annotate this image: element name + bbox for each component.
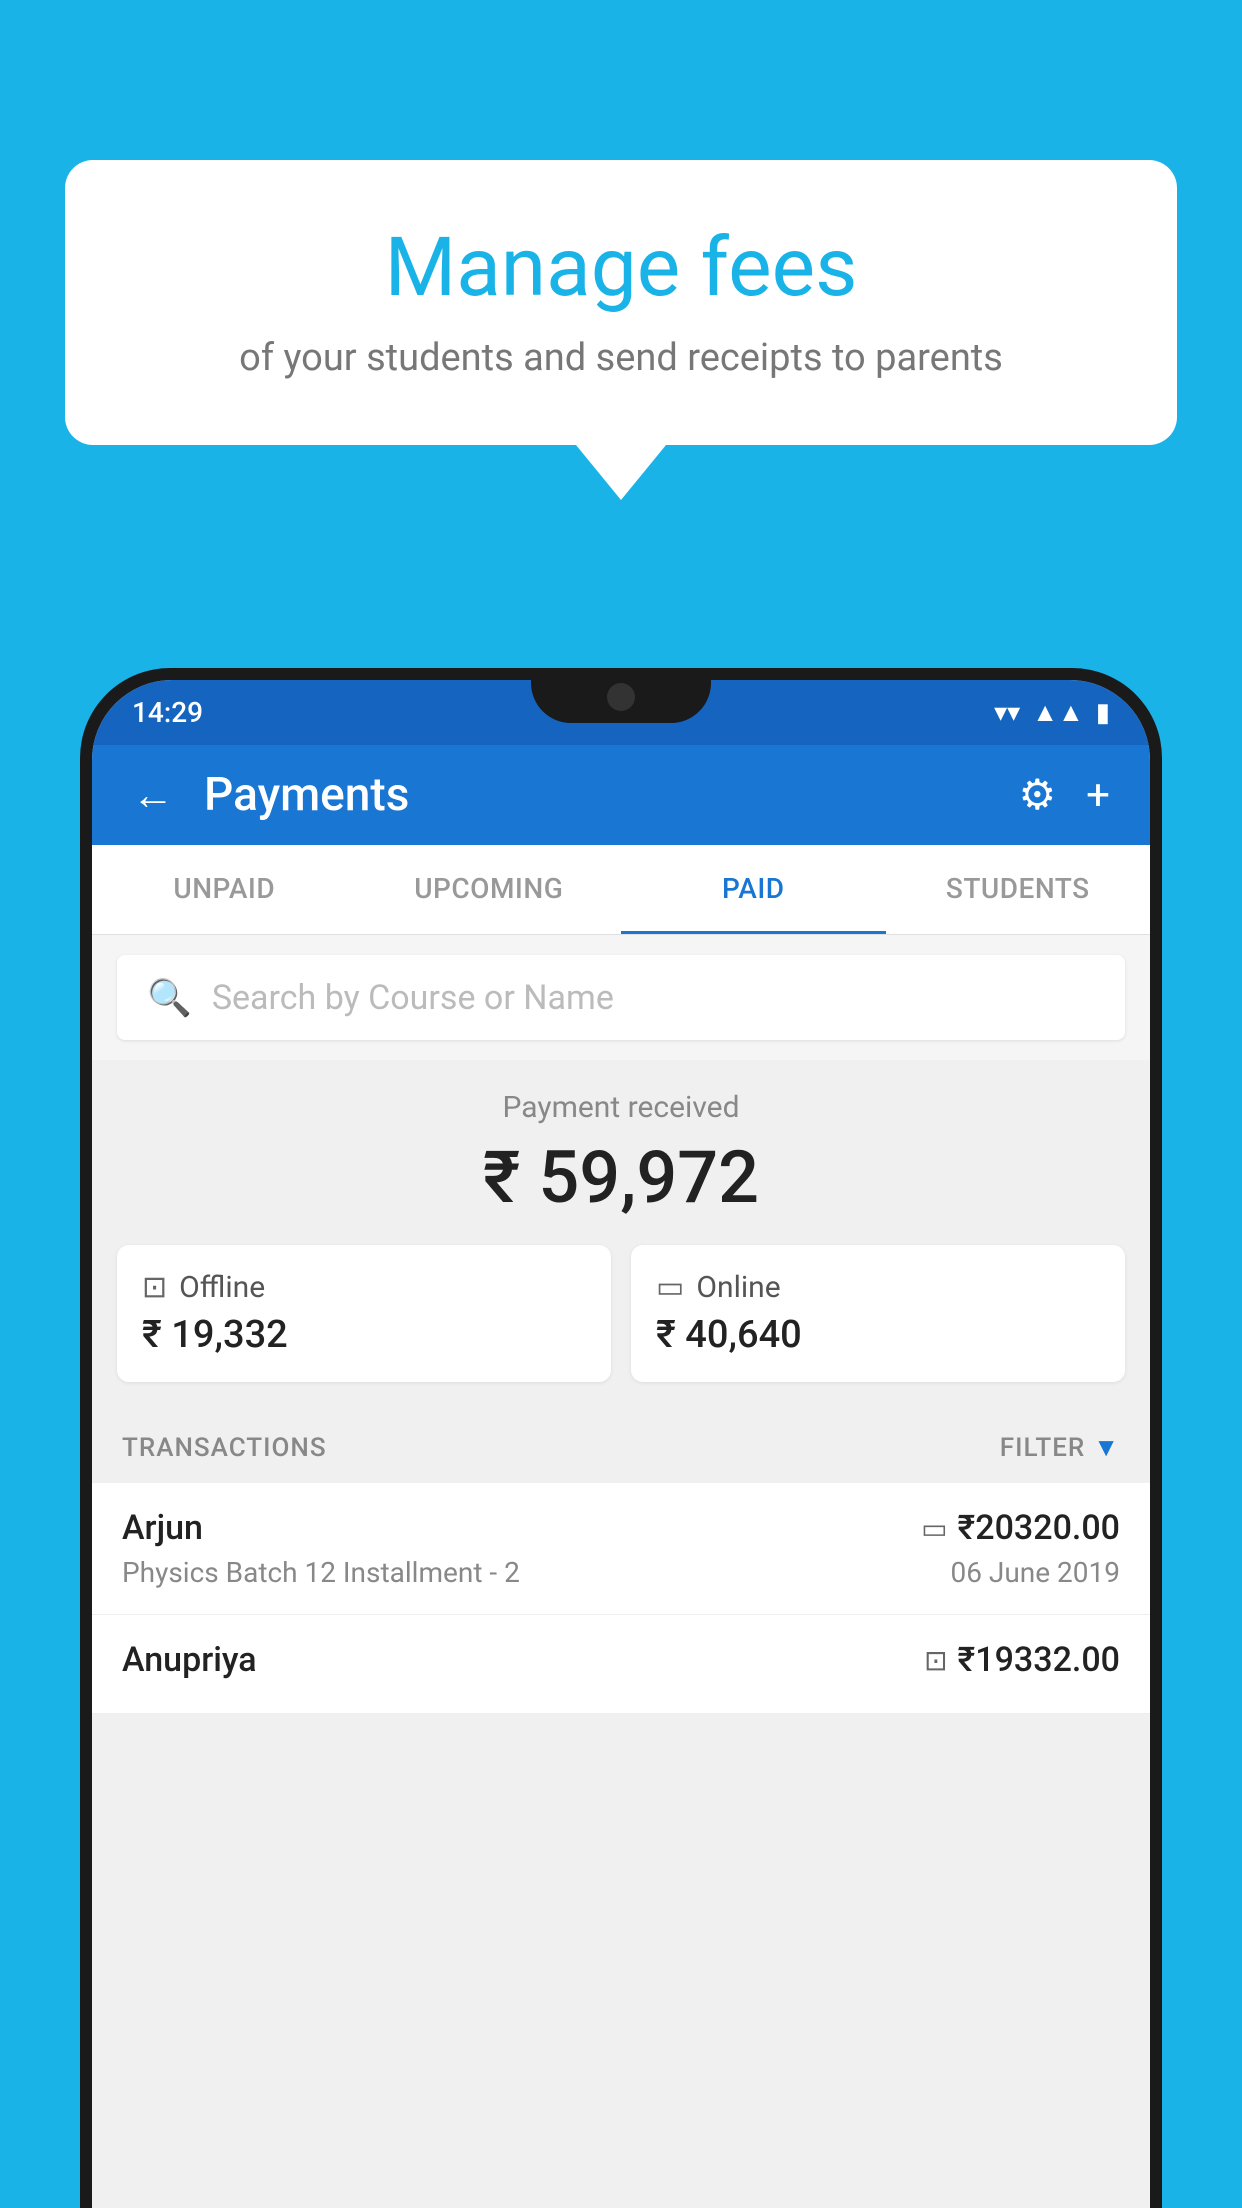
transaction-list: Arjun ▭ ₹20320.00 Physics Batch 12 Insta… <box>92 1483 1150 1714</box>
back-button[interactable]: ← <box>132 771 174 820</box>
add-button[interactable]: + <box>1086 771 1110 820</box>
filter-label: FILTER <box>1000 1433 1085 1463</box>
phone-frame: 14:29 ▾▾ ▲▲ ▮ ← Payments ⚙ + UNPAID UPCO… <box>80 668 1162 2208</box>
transaction-row-top: Arjun ▭ ₹20320.00 <box>122 1508 1120 1548</box>
speech-bubble-container: Manage fees of your students and send re… <box>65 160 1177 500</box>
online-payment-type: Online <box>696 1270 780 1305</box>
status-time: 14:29 <box>132 696 203 729</box>
speech-bubble-title: Manage fees <box>145 220 1097 316</box>
settings-button[interactable]: ⚙ <box>1019 770 1057 820</box>
status-icons: ▾▾ ▲▲ ▮ <box>994 697 1110 728</box>
filter-icon: ▼ <box>1093 1432 1120 1463</box>
search-bar[interactable]: 🔍 Search by Course or Name <box>117 955 1125 1040</box>
offline-payment-card: ⊡ Offline ₹ 19,332 <box>117 1245 611 1382</box>
speech-bubble-subtitle: of your students and send receipts to pa… <box>145 336 1097 380</box>
online-card-header: ▭ Online <box>656 1270 1100 1305</box>
offline-payment-amount: ₹ 19,332 <box>142 1313 586 1357</box>
offline-card-header: ⊡ Offline <box>142 1270 586 1305</box>
filter-button[interactable]: FILTER ▼ <box>1000 1432 1120 1463</box>
payment-cards: ⊡ Offline ₹ 19,332 ▭ Online ₹ 40,640 <box>117 1245 1125 1382</box>
tab-paid[interactable]: PAID <box>621 845 886 934</box>
online-payment-type-icon: ▭ <box>921 1512 947 1545</box>
app-header: ← Payments ⚙ + <box>92 745 1150 845</box>
phone-screen: 14:29 ▾▾ ▲▲ ▮ ← Payments ⚙ + UNPAID UPCO… <box>92 680 1150 2208</box>
front-camera <box>607 683 635 711</box>
signal-icon: ▲▲ <box>1032 697 1083 728</box>
online-payment-icon: ▭ <box>656 1270 684 1305</box>
search-icon: 🔍 <box>147 977 192 1019</box>
wifi-icon: ▾▾ <box>994 698 1020 728</box>
transaction-date: 06 June 2019 <box>950 1556 1120 1589</box>
transaction-item[interactable]: Anupriya ⊡ ₹19332.00 <box>92 1615 1150 1714</box>
payment-total-amount: ₹ 59,972 <box>117 1135 1125 1220</box>
speech-bubble-arrow <box>576 445 666 500</box>
search-placeholder: Search by Course or Name <box>212 978 614 1018</box>
transactions-header: TRANSACTIONS FILTER ▼ <box>92 1412 1150 1483</box>
tab-upcoming[interactable]: UPCOMING <box>357 845 622 934</box>
tab-students[interactable]: STUDENTS <box>886 845 1151 934</box>
tab-unpaid[interactable]: UNPAID <box>92 845 357 934</box>
phone-notch <box>531 668 711 723</box>
transaction-row-bottom: Physics Batch 12 Installment - 2 06 June… <box>122 1556 1120 1589</box>
transactions-label: TRANSACTIONS <box>122 1433 327 1463</box>
tabs-bar: UNPAID UPCOMING PAID STUDENTS <box>92 845 1150 935</box>
battery-icon: ▮ <box>1096 698 1110 728</box>
transaction-amount-wrap: ⊡ ₹19332.00 <box>924 1640 1120 1680</box>
transaction-name: Anupriya <box>122 1640 257 1680</box>
transaction-row-top: Anupriya ⊡ ₹19332.00 <box>122 1640 1120 1680</box>
transaction-item[interactable]: Arjun ▭ ₹20320.00 Physics Batch 12 Insta… <box>92 1483 1150 1615</box>
offline-payment-type: Offline <box>179 1270 265 1305</box>
search-container: 🔍 Search by Course or Name <box>92 935 1150 1060</box>
transaction-name: Arjun <box>122 1508 203 1548</box>
payment-received-label: Payment received <box>117 1090 1125 1125</box>
online-payment-card: ▭ Online ₹ 40,640 <box>631 1245 1125 1382</box>
transaction-amount: ₹20320.00 <box>958 1508 1120 1548</box>
transaction-amount: ₹19332.00 <box>958 1640 1120 1680</box>
transaction-amount-wrap: ▭ ₹20320.00 <box>921 1508 1120 1548</box>
online-payment-amount: ₹ 40,640 <box>656 1313 1100 1357</box>
offline-payment-icon: ⊡ <box>142 1270 167 1305</box>
speech-bubble: Manage fees of your students and send re… <box>65 160 1177 445</box>
header-title: Payments <box>204 768 989 822</box>
payment-summary: Payment received ₹ 59,972 ⊡ Offline ₹ 19… <box>92 1060 1150 1412</box>
offline-payment-type-icon: ⊡ <box>924 1644 947 1677</box>
transaction-course: Physics Batch 12 Installment - 2 <box>122 1556 520 1589</box>
